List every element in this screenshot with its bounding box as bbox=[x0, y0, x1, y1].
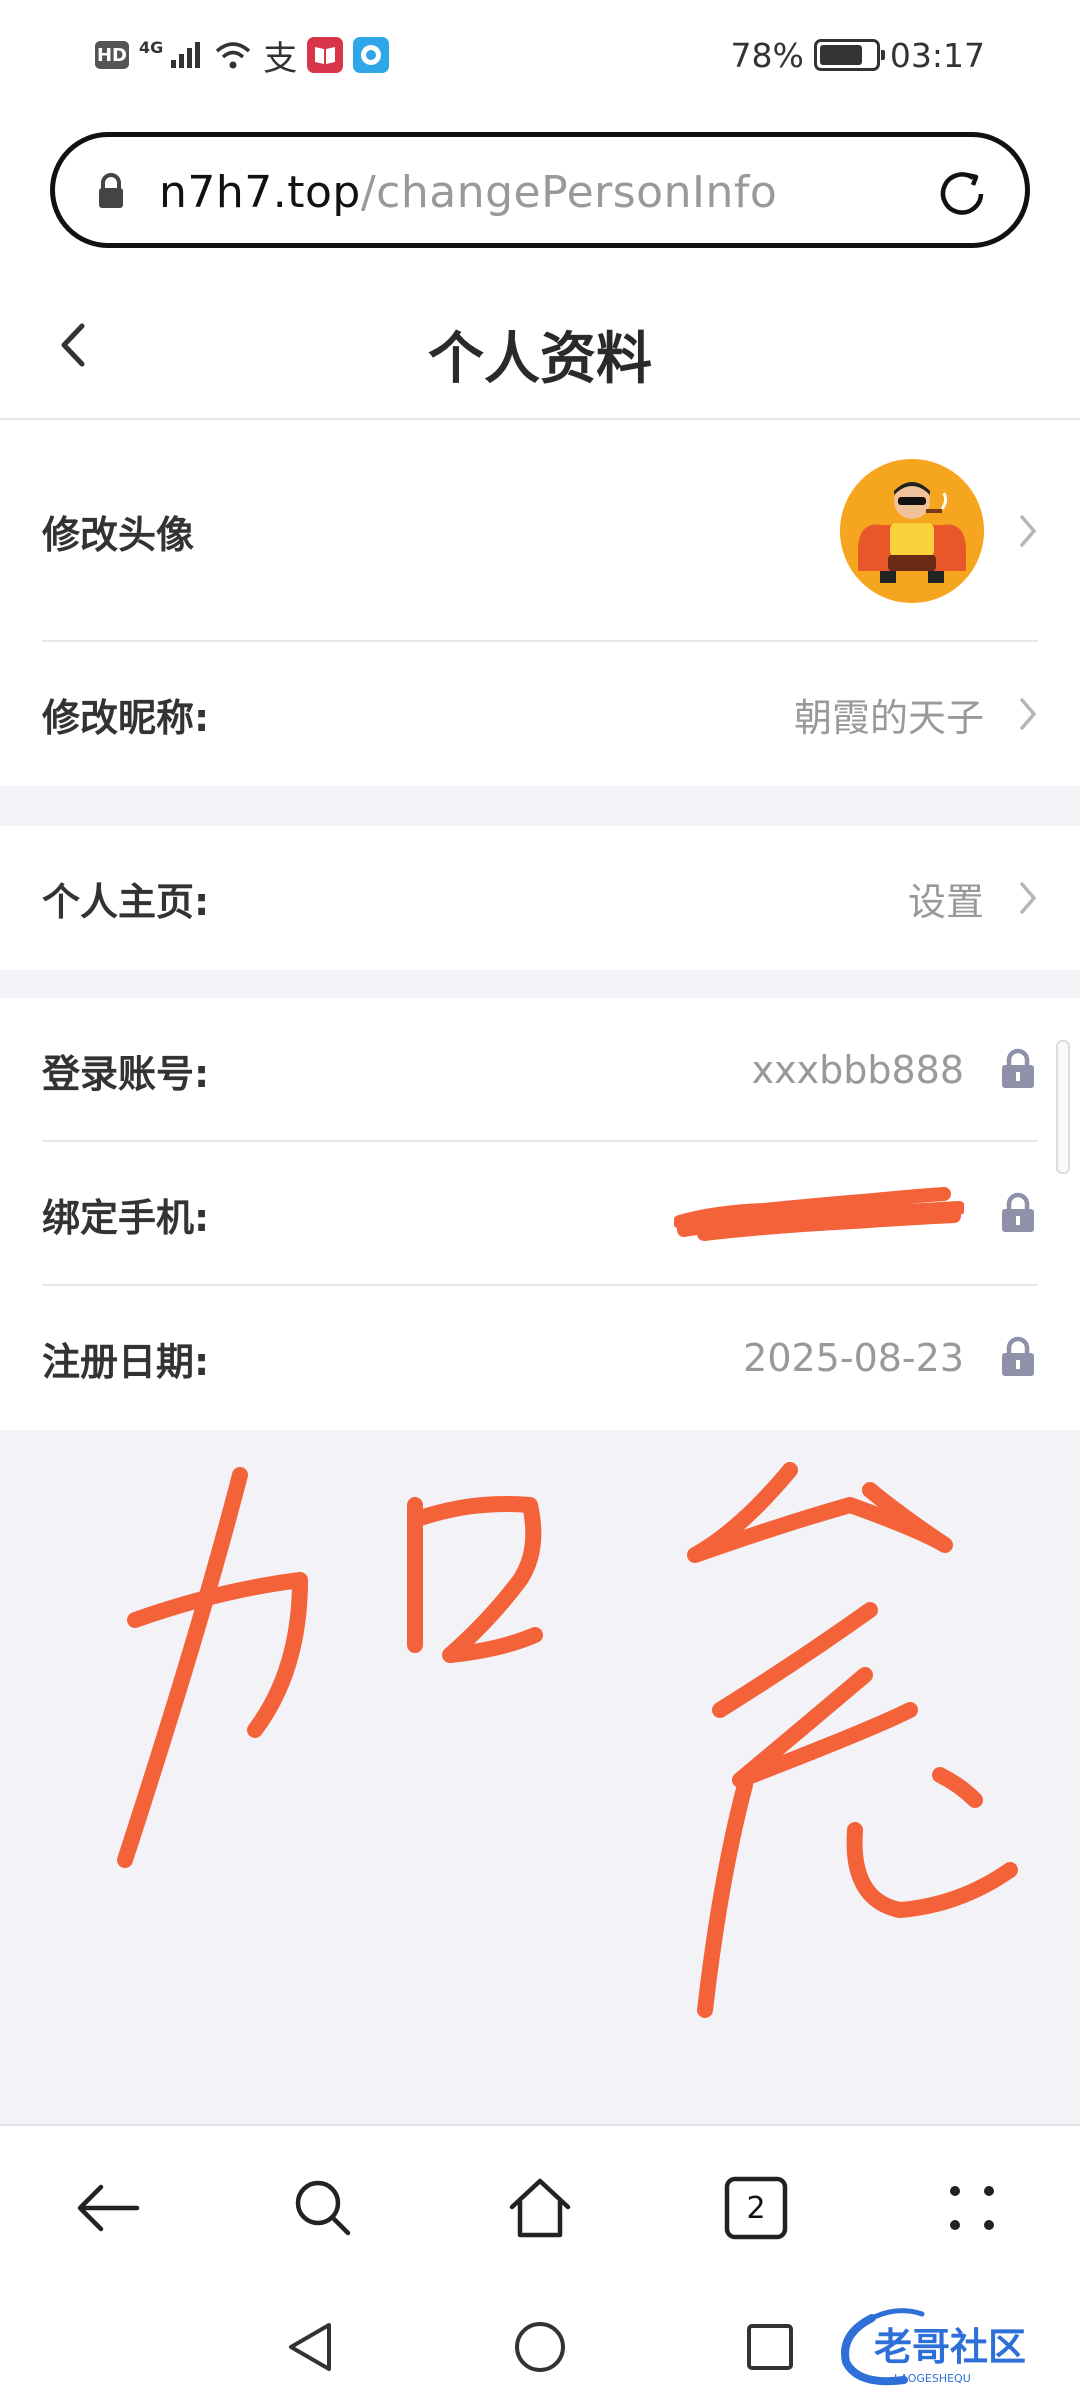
stroke bbox=[117, 1467, 248, 1868]
register-date-row: 注册日期: 2025-08-23 bbox=[0, 1286, 1080, 1430]
status-icons-left: HD 4G 支 bbox=[95, 30, 390, 80]
lock-icon bbox=[998, 1190, 1038, 1238]
chevron-right-icon bbox=[1018, 694, 1038, 734]
register-row-right: 2025-08-23 bbox=[743, 1334, 1038, 1382]
avatar-row-right bbox=[840, 459, 1038, 603]
home-icon bbox=[509, 2178, 571, 2238]
search-icon bbox=[295, 2180, 351, 2236]
account-label: 登录账号: bbox=[42, 1051, 210, 1096]
reload-icon[interactable] bbox=[931, 163, 993, 229]
watermark-logo: 老哥社区 LAOGESHEQU bbox=[841, 2308, 1026, 2386]
avatar-label: 修改头像 bbox=[42, 512, 195, 557]
address-bar[interactable]: n7h7.top/changePersonInfo bbox=[50, 132, 1030, 248]
stroke bbox=[732, 1667, 918, 1788]
redaction-scribble bbox=[674, 1187, 964, 1241]
profile-card-account: 登录账号: xxxbbb888 绑定手机: 注册日期: 2025-08-23 bbox=[0, 998, 1080, 1430]
nav-tabs-button[interactable]: 2 bbox=[716, 2168, 796, 2248]
page-header: 个人资料 bbox=[0, 270, 1080, 420]
url-path: /changePersonInfo bbox=[360, 167, 778, 218]
stroke bbox=[407, 1496, 543, 1663]
url-host: n7h7.top bbox=[159, 167, 361, 218]
homepage-value: 设置 bbox=[907, 879, 984, 924]
system-home-button[interactable] bbox=[505, 2312, 575, 2382]
nickname-row[interactable]: 修改昵称: 朝霞的天子 bbox=[0, 642, 1080, 786]
browser-bottom-nav: 2 bbox=[0, 2124, 1080, 2288]
status-icons-right: 78% 03:17 bbox=[731, 30, 985, 80]
watermark-subtext: LAOGESHEQU bbox=[894, 2372, 971, 2385]
reader-app-icon bbox=[307, 37, 344, 73]
phone-row: 绑定手机: bbox=[0, 1142, 1080, 1286]
wifi-icon bbox=[213, 39, 253, 71]
lock-icon bbox=[998, 1046, 1038, 1094]
handwritten-annotation bbox=[117, 1462, 1018, 2018]
stroke bbox=[687, 1462, 953, 1563]
system-back-button[interactable] bbox=[275, 2312, 345, 2382]
status-bar: HD 4G 支 78% 03:17 bbox=[0, 0, 1080, 110]
battery-percent: 78% bbox=[730, 35, 804, 75]
hd-badge: HD bbox=[95, 41, 129, 69]
stroke bbox=[932, 1767, 983, 1808]
lock-icon bbox=[95, 171, 127, 215]
homepage-row[interactable]: 个人主页: 设置 bbox=[0, 826, 1080, 970]
circle-home-icon bbox=[515, 2322, 565, 2372]
page-title: 个人资料 bbox=[428, 327, 652, 392]
homepage-label: 个人主页: bbox=[42, 879, 210, 924]
account-row: 登录账号: xxxbbb888 bbox=[0, 998, 1080, 1142]
nav-back-button[interactable] bbox=[68, 2168, 148, 2248]
app-notification-icon bbox=[353, 37, 390, 73]
alipay-icon: 支 bbox=[263, 38, 298, 79]
avatar[interactable] bbox=[840, 459, 984, 603]
url-text[interactable]: n7h7.top/changePersonInfo bbox=[159, 167, 777, 218]
clock: 03:17 bbox=[889, 35, 985, 75]
triangle-back-icon bbox=[289, 2323, 331, 2371]
stroke bbox=[127, 1572, 308, 1738]
register-label: 注册日期: bbox=[42, 1339, 210, 1384]
system-recents-button[interactable] bbox=[735, 2312, 805, 2382]
lock-icon bbox=[998, 1334, 1038, 1382]
homepage-row-right: 设置 bbox=[908, 871, 1038, 926]
system-nav-bar: 老哥社区 LAOGESHEQU bbox=[0, 2288, 1080, 2400]
nav-search-button[interactable] bbox=[283, 2168, 363, 2248]
square-recents-icon bbox=[747, 2324, 793, 2370]
signal-icon bbox=[169, 40, 203, 70]
tabs-icon bbox=[724, 2176, 788, 2240]
chevron-right-icon bbox=[1018, 511, 1038, 551]
nav-menu-button[interactable] bbox=[932, 2168, 1012, 2248]
chevron-right-icon bbox=[1018, 878, 1038, 918]
phone-label: 绑定手机: bbox=[42, 1195, 210, 1240]
account-value: xxxbbb888 bbox=[751, 1048, 964, 1092]
scrollbar[interactable] bbox=[1056, 1040, 1070, 1174]
nickname-label: 修改昵称: bbox=[42, 695, 210, 740]
register-value: 2025-08-23 bbox=[743, 1336, 964, 1380]
battery-level-fill bbox=[819, 45, 862, 65]
arrow-left-icon bbox=[77, 2184, 140, 2232]
stroke bbox=[697, 1777, 753, 2018]
nickname-value: 朝霞的天子 bbox=[793, 695, 984, 740]
stroke bbox=[846, 1822, 1018, 1918]
account-row-right: xxxbbb888 bbox=[752, 1046, 1038, 1094]
profile-card-homepage: 个人主页: 设置 bbox=[0, 826, 1080, 970]
profile-card-basic: 修改头像 修改昵称: 朝霞的天子 bbox=[0, 420, 1080, 786]
phone-row-right bbox=[674, 1186, 1038, 1242]
watermark-text: 老哥社区 bbox=[874, 2325, 1026, 2369]
avatar-row[interactable]: 修改头像 bbox=[0, 420, 1080, 642]
nickname-row-right: 朝霞的天子 bbox=[794, 687, 1038, 742]
nav-home-button[interactable] bbox=[500, 2168, 580, 2248]
network-type: 4G bbox=[139, 37, 164, 57]
browser-toolbar: n7h7.top/changePersonInfo bbox=[0, 110, 1080, 270]
battery-icon bbox=[813, 39, 885, 71]
more-menu-icon bbox=[950, 2186, 994, 2230]
